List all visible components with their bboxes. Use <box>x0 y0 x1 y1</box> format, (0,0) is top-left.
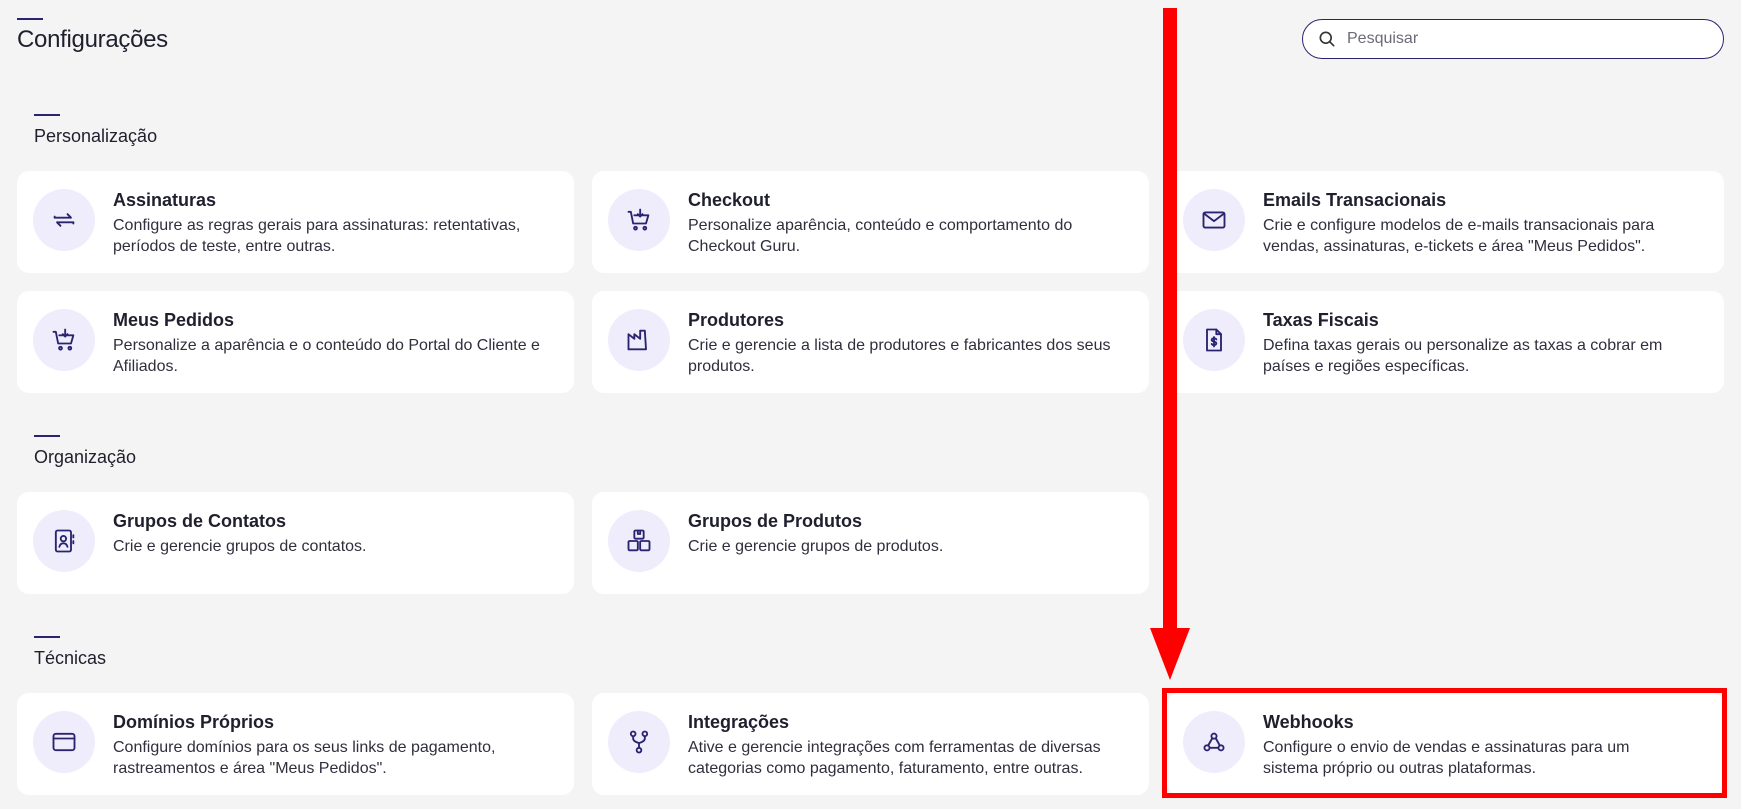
refresh-arrows-icon <box>53 213 75 227</box>
page-header: Configurações <box>17 18 168 54</box>
card-icon-wrap <box>608 510 670 572</box>
card-produtores[interactable]: Produtores Crie e gerencie a lista de pr… <box>592 291 1149 393</box>
card-icon-wrap <box>1183 189 1245 251</box>
card-webhooks[interactable]: Webhooks Configure o envio de vendas e a… <box>1167 693 1724 795</box>
card-description: Personalize aparência, conteúdo e compor… <box>688 217 1073 255</box>
card-icon-wrap <box>1183 711 1245 773</box>
tax-document-icon <box>1206 328 1222 352</box>
card-description: Configure as regras gerais para assinatu… <box>113 217 521 255</box>
card-icon-wrap <box>608 309 670 371</box>
section-title: Organização <box>34 447 137 467</box>
mail-icon <box>1202 211 1226 229</box>
card-title: Grupos de Produtos <box>688 511 863 531</box>
search-input[interactable] <box>1347 30 1707 48</box>
factory-icon <box>627 329 647 351</box>
card-title: Webhooks <box>1263 712 1354 732</box>
page-title: Configurações <box>17 26 168 53</box>
title-accent-bar <box>17 18 43 20</box>
card-integracoes[interactable]: Integrações Ative e gerencie integrações… <box>592 693 1149 795</box>
card-grupos-produtos[interactable]: Grupos de Produtos Crie e gerencie grupo… <box>592 492 1149 594</box>
card-description: Personalize a aparência e o conteúdo do … <box>113 337 540 375</box>
card-title: Produtores <box>688 310 785 330</box>
card-description: Configure domínios para os seus links de… <box>113 739 496 777</box>
card-taxas-fiscais[interactable]: Taxas Fiscais Defina taxas gerais ou per… <box>1167 291 1724 393</box>
card-icon-wrap <box>1183 309 1245 371</box>
card-title: Meus Pedidos <box>113 310 235 330</box>
card-title: Integrações <box>688 712 790 732</box>
section-accent-bar <box>34 435 60 437</box>
webhook-icon <box>1203 732 1225 752</box>
card-assinaturas[interactable]: Assinaturas Configure as regras gerais p… <box>17 171 574 273</box>
section-accent-bar <box>34 114 60 116</box>
card-description: Ative e gerencie integrações com ferrame… <box>688 739 1101 777</box>
search-icon <box>1319 31 1335 47</box>
card-checkout[interactable]: Checkout Personalize aparência, conteúdo… <box>592 171 1149 273</box>
card-dominios-proprios[interactable]: Domínios Próprios Configure domínios par… <box>17 693 574 795</box>
card-icon-wrap <box>33 309 95 371</box>
search-box[interactable] <box>1302 19 1724 59</box>
section-title: Personalização <box>34 126 158 146</box>
card-description: Configure o envio de vendas e assinatura… <box>1263 739 1630 777</box>
section-organizacao: Organização <box>34 435 136 468</box>
section-title: Técnicas <box>34 648 107 668</box>
card-title: Domínios Próprios <box>113 712 275 732</box>
section-personalizacao: Personalização <box>34 114 157 147</box>
card-title: Emails Transacionais <box>1263 190 1447 210</box>
card-title: Checkout <box>688 190 771 210</box>
card-icon-wrap <box>33 711 95 773</box>
card-title: Grupos de Contatos <box>113 511 287 531</box>
cart-download-icon <box>627 208 650 231</box>
card-icon-wrap <box>608 711 670 773</box>
contact-book-icon <box>54 529 75 553</box>
annotation-arrow <box>1150 8 1190 680</box>
card-icon-wrap <box>33 189 95 251</box>
card-title: Assinaturas <box>113 190 217 210</box>
card-meus-pedidos[interactable]: Meus Pedidos Personalize a aparência e o… <box>17 291 574 393</box>
card-description: Crie e gerencie grupos de contatos. <box>113 538 367 555</box>
card-grupos-contatos[interactable]: Grupos de Contatos Crie e gerencie grupo… <box>17 492 574 594</box>
git-branch-icon <box>629 730 649 754</box>
card-description: Crie e gerencie a lista de produtores e … <box>688 337 1111 375</box>
card-description: Defina taxas gerais ou personalize as ta… <box>1263 337 1663 375</box>
card-emails-transacionais[interactable]: Emails Transacionais Crie e configure mo… <box>1167 171 1724 273</box>
card-icon-wrap <box>33 510 95 572</box>
card-icon-wrap <box>608 189 670 251</box>
section-accent-bar <box>34 636 60 638</box>
boxes-icon <box>627 529 651 552</box>
section-tecnicas: Técnicas <box>34 636 106 669</box>
card-title: Taxas Fiscais <box>1263 310 1379 330</box>
card-description: Crie e configure modelos de e-mails tran… <box>1263 217 1655 255</box>
card-description: Crie e gerencie grupos de produtos. <box>688 538 944 555</box>
browser-window-icon <box>52 732 76 752</box>
cart-download-icon <box>52 328 75 351</box>
